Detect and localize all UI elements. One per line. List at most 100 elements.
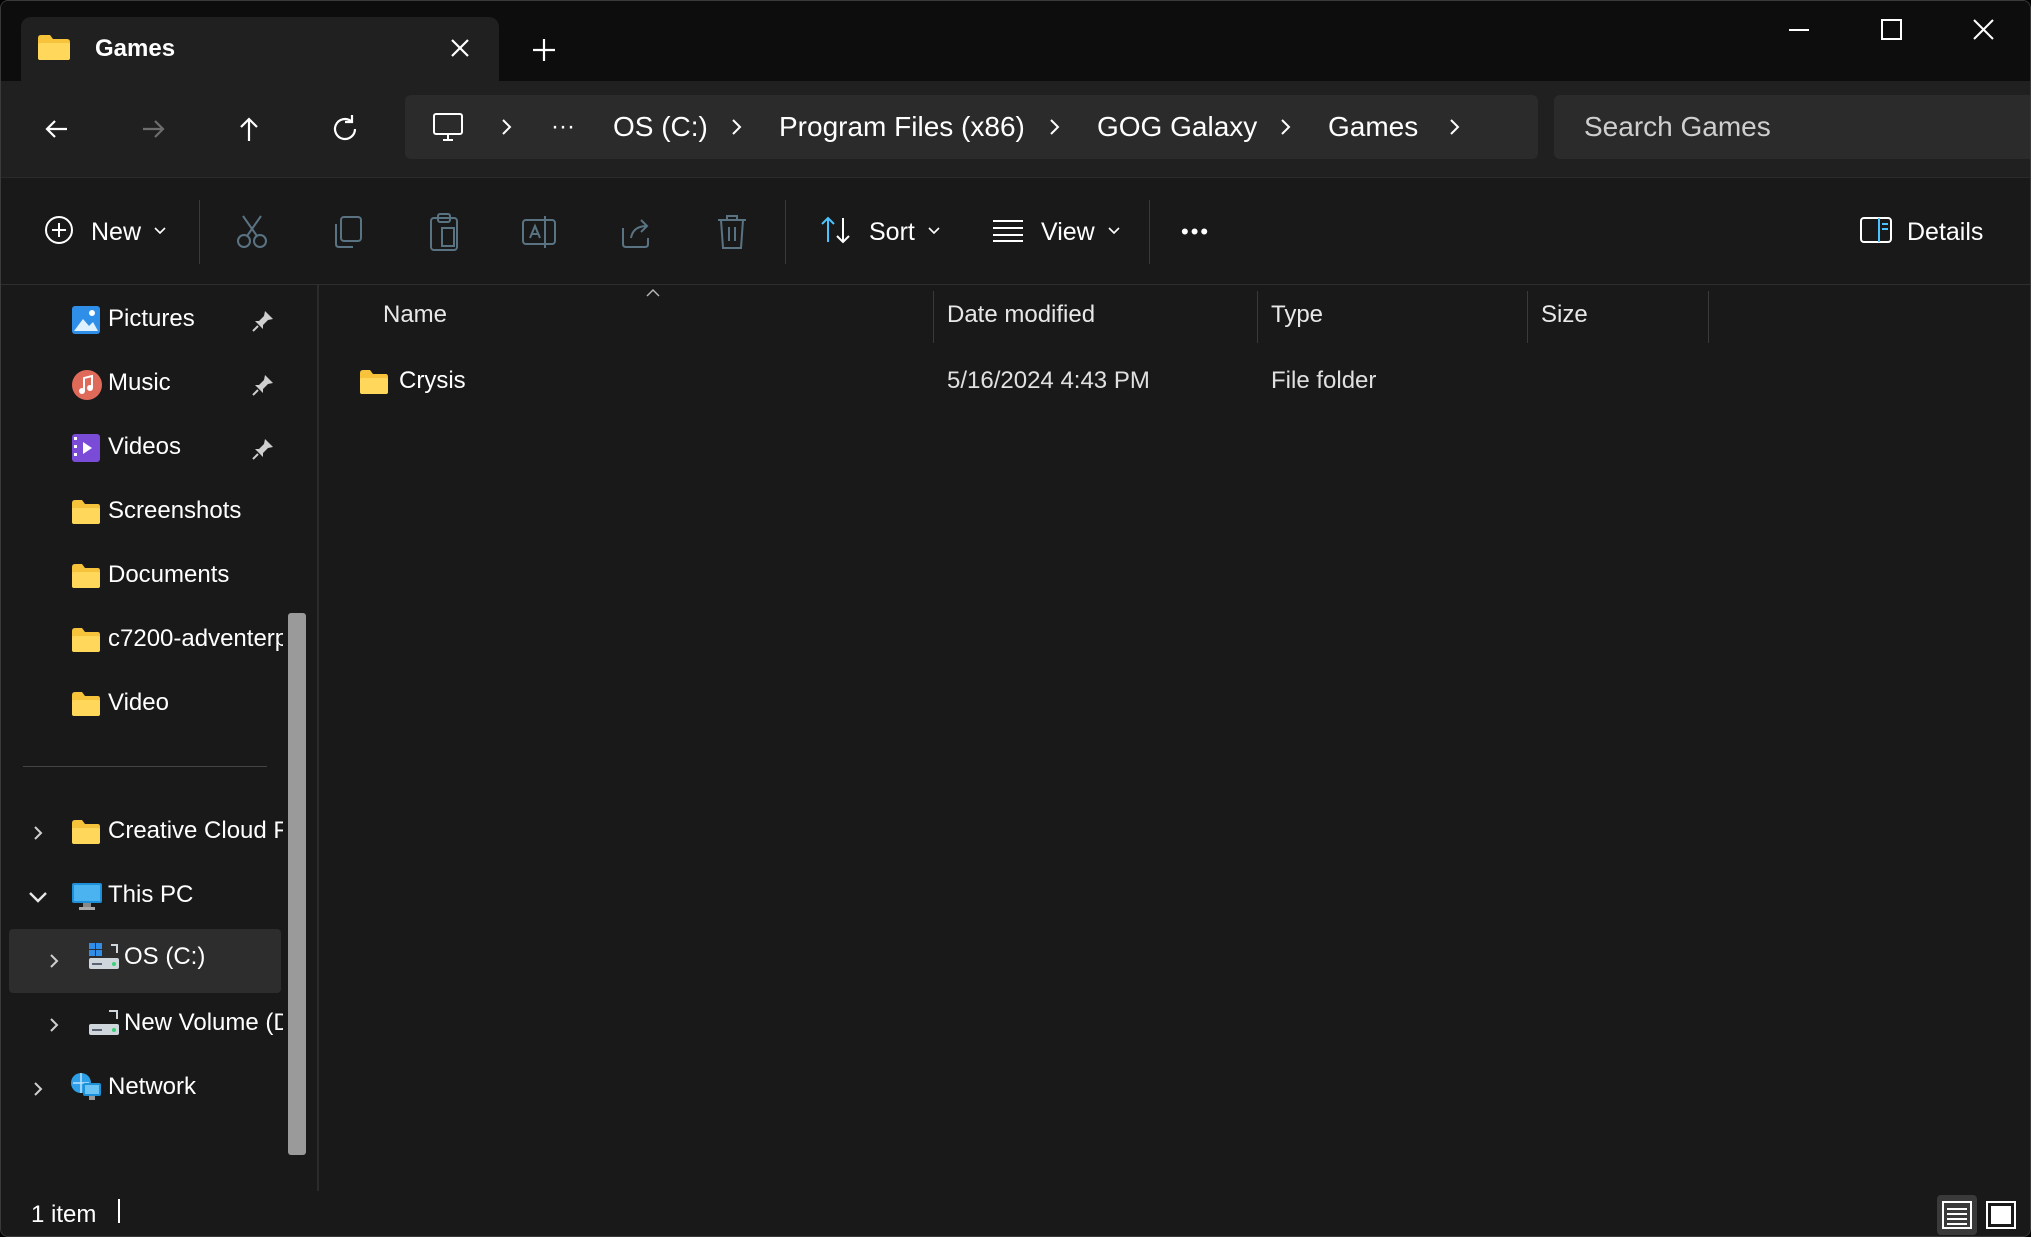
refresh-icon[interactable] (325, 109, 365, 149)
search-input[interactable]: Search Games (1554, 95, 2030, 159)
rename-icon[interactable] (521, 214, 559, 255)
breadcrumb[interactable]: ··· OS (C:) Program Files (x86) GOG Gala… (405, 95, 1538, 159)
pictures-icon (71, 305, 101, 340)
sidebar-item-this-pc[interactable]: This PC (1, 867, 283, 927)
new-tab-icon[interactable] (529, 35, 559, 65)
tab-title: Games (95, 35, 176, 62)
tab-games[interactable]: Games (21, 17, 499, 81)
column-header-name[interactable]: Name (383, 301, 447, 329)
sidebar-item-label: New Volume (D (124, 1009, 283, 1036)
drive-icon (87, 1007, 121, 1044)
table-row[interactable]: Crysis 5/16/2024 4:43 PM File folder (319, 357, 1719, 409)
view-label: View (1041, 217, 1095, 246)
chevron-right-icon[interactable] (29, 1079, 47, 1104)
sort-button[interactable]: Sort (819, 206, 941, 258)
chevron-right-icon[interactable] (1045, 115, 1065, 139)
navigation-pane: Pictures Music Videos Screenshots Docume… (1, 285, 317, 1191)
sidebar-scrollbar[interactable] (288, 613, 306, 1155)
maximize-icon[interactable] (1871, 15, 1911, 45)
share-icon[interactable] (619, 214, 653, 255)
file-name: Crysis (399, 367, 466, 394)
column-divider[interactable] (1527, 291, 1528, 343)
chevron-right-icon[interactable] (45, 1015, 63, 1040)
toolbar-divider (785, 200, 786, 264)
pin-icon[interactable] (251, 309, 275, 338)
chevron-down-icon[interactable] (27, 889, 49, 910)
folder-icon (71, 499, 101, 530)
sidebar-item-label: OS (C:) (124, 943, 206, 970)
toolbar-divider (1149, 200, 1150, 264)
sidebar-item-videos[interactable]: Videos (1, 419, 283, 479)
folder-icon (71, 563, 101, 594)
breadcrumb-program-files[interactable]: Program Files (x86) (779, 95, 1025, 159)
details-pane-icon (1859, 216, 1893, 249)
close-window-icon[interactable] (1963, 15, 2003, 45)
search-placeholder: Search Games (1584, 111, 1771, 142)
view-button[interactable]: View (991, 206, 1121, 258)
chevron-right-icon[interactable] (727, 115, 747, 139)
chevron-right-icon[interactable] (497, 115, 517, 139)
file-type: File folder (1271, 367, 1377, 394)
details-button[interactable]: Details (1859, 206, 1983, 258)
chevron-down-icon (153, 223, 167, 241)
column-divider[interactable] (1257, 291, 1258, 343)
sidebar-item-new-volume[interactable]: New Volume (D (1, 995, 283, 1055)
computer-icon[interactable] (431, 111, 465, 148)
column-divider[interactable] (1708, 291, 1709, 343)
toolbar-divider (199, 200, 200, 264)
new-label: New (91, 217, 142, 246)
breadcrumb-overflow[interactable]: ··· (551, 95, 575, 159)
chevron-right-icon[interactable] (1276, 115, 1296, 139)
chevron-right-icon[interactable] (45, 951, 63, 976)
close-tab-icon[interactable] (447, 35, 473, 61)
folder-icon (71, 819, 101, 850)
drive-os-icon (87, 941, 121, 978)
chevron-right-icon[interactable] (1445, 115, 1465, 139)
sidebar-item-pictures[interactable]: Pictures (1, 291, 283, 351)
add-circle-icon (43, 214, 75, 251)
sidebar-item-label: Screenshots (108, 497, 242, 524)
title-bar: Games (1, 1, 2030, 81)
sidebar-item-label: Network (108, 1073, 197, 1100)
up-arrow-icon[interactable] (229, 109, 269, 149)
delete-icon[interactable] (715, 212, 749, 257)
breadcrumb-os-c[interactable]: OS (C:) (613, 95, 708, 159)
breadcrumb-gog-galaxy[interactable]: GOG Galaxy (1097, 95, 1257, 159)
large-icons-view-icon[interactable] (1981, 1195, 2021, 1235)
back-arrow-icon[interactable] (37, 109, 77, 149)
see-more-button[interactable]: ••• (1181, 206, 1210, 258)
details-view-icon[interactable] (1937, 1195, 1977, 1235)
new-button[interactable]: New (43, 206, 167, 258)
folder-icon (359, 369, 389, 400)
sidebar-item-creative-cloud[interactable]: Creative Cloud F (1, 803, 283, 863)
sidebar-item-music[interactable]: Music (1, 355, 283, 415)
paste-icon[interactable] (427, 212, 461, 257)
column-header-type[interactable]: Type (1271, 301, 1323, 329)
sidebar-item-video[interactable]: Video (1, 675, 283, 735)
forward-arrow-icon[interactable] (133, 109, 173, 149)
pin-icon[interactable] (251, 373, 275, 402)
sidebar-item-network[interactable]: Network (1, 1059, 283, 1119)
sidebar-item-c7200-adventerp[interactable]: c7200-adventerp (1, 611, 283, 671)
status-separator (118, 1199, 120, 1223)
music-icon (71, 369, 103, 406)
copy-icon[interactable] (331, 214, 365, 255)
sidebar-item-os-c[interactable]: OS (C:) (9, 929, 281, 993)
breadcrumb-games[interactable]: Games (1328, 95, 1418, 159)
column-header-size[interactable]: Size (1541, 301, 1588, 329)
view-list-icon (991, 218, 1025, 247)
sidebar-item-screenshots[interactable]: Screenshots (1, 483, 283, 543)
column-header-date-modified[interactable]: Date modified (947, 301, 1095, 329)
column-divider[interactable] (933, 291, 934, 343)
chevron-right-icon[interactable] (29, 823, 47, 848)
chevron-down-icon (927, 223, 941, 241)
sort-icon (819, 214, 853, 251)
chevron-down-icon (1107, 223, 1121, 241)
minimize-icon[interactable] (1779, 15, 1819, 45)
sidebar-item-label: Documents (108, 561, 230, 588)
sidebar-item-documents[interactable]: Documents (1, 547, 283, 607)
sort-ascending-icon (645, 285, 661, 303)
status-bar: 1 item (1, 1191, 2030, 1236)
pin-icon[interactable] (251, 437, 275, 466)
cut-icon[interactable] (235, 214, 269, 255)
